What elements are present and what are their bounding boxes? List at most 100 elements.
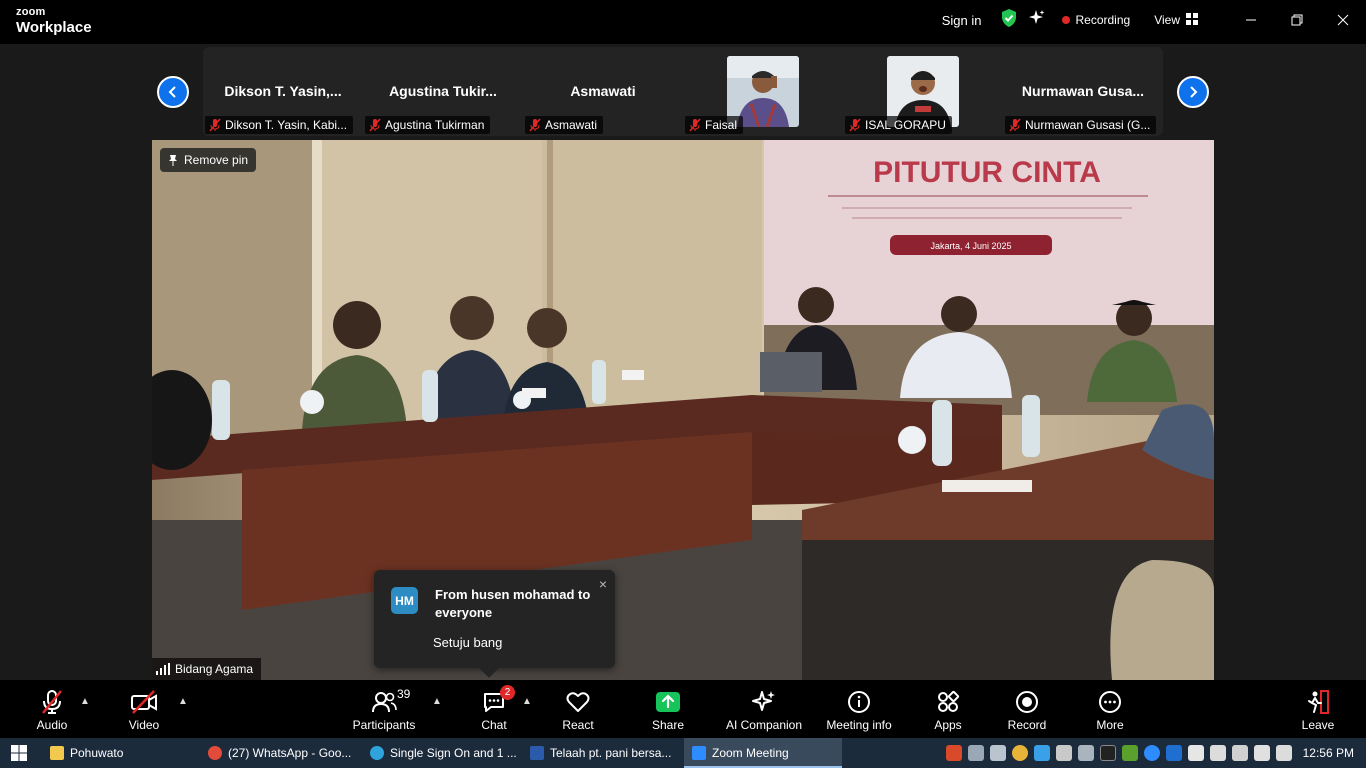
recording-indicator[interactable]: Recording <box>1061 13 1130 27</box>
participant-label: Dikson T. Yasin, Kabi... <box>205 116 354 134</box>
microphone-icon[interactable] <box>1253 745 1270 761</box>
zoom-workplace-logo: zoom Workplace <box>16 7 92 36</box>
chrome-tray-icon[interactable] <box>1011 745 1028 761</box>
participant-label: Asmawati <box>525 116 604 134</box>
tray-app-icon[interactable] <box>1077 745 1094 761</box>
react-button[interactable]: React <box>558 680 598 738</box>
title-bar: zoom Workplace Sign in Recording View <box>0 0 1366 44</box>
chat-notification-toast[interactable]: HM From husen mohamad to everyone Setuju… <box>374 570 615 678</box>
tray-app-icon[interactable] <box>1033 745 1050 761</box>
muted-microphone-icon <box>39 689 65 715</box>
video-options-caret-icon[interactable]: ▲ <box>178 696 188 707</box>
windows-start-button[interactable] <box>0 738 40 768</box>
taskbar-item-label: (27) WhatsApp - Goo... <box>228 746 352 760</box>
pin-icon <box>169 155 177 166</box>
tray-app-icon[interactable] <box>945 745 962 761</box>
participant-label-text: Nurmawan Gusasi (G... <box>1025 118 1151 132</box>
wifi-icon[interactable] <box>1231 745 1248 761</box>
participant-tile[interactable]: Agustina Tukir... Agustina Tukirman <box>363 47 523 136</box>
security-shield-icon[interactable] <box>1000 8 1018 33</box>
chat-button[interactable]: 2 Chat <box>474 680 515 738</box>
meeting-toolbar: Audio ▲ Video ▲ 39 Participants ▲ 2 Chat… <box>0 680 1366 738</box>
participant-tile[interactable]: Faisal <box>683 47 843 136</box>
participant-tile[interactable]: Asmawati Asmawati <box>523 47 683 136</box>
minimize-button[interactable] <box>1228 0 1274 40</box>
battery-icon[interactable] <box>1187 745 1204 761</box>
share-label: Share <box>651 718 685 732</box>
active-speaker-label: Bidang Agama <box>152 658 262 680</box>
taskbar-item-label: Telaah pt. pani bersa... <box>550 746 672 760</box>
taskbar-item-word-document[interactable]: Telaah pt. pani bersa... <box>522 738 680 768</box>
sign-in-link[interactable]: Sign in <box>942 13 982 28</box>
ai-companion-sparkle-icon <box>751 689 777 715</box>
minimize-icon <box>1246 19 1256 21</box>
ai-companion-button[interactable]: AI Companion <box>722 680 806 738</box>
title-bar-controls: Sign in Recording View <box>942 0 1366 40</box>
tray-app-icon[interactable] <box>989 745 1006 761</box>
record-button[interactable]: Record <box>1004 680 1050 738</box>
more-button[interactable]: More <box>1088 680 1132 738</box>
tray-app-icon[interactable] <box>1099 745 1116 761</box>
windows-taskbar: Pohuwato (27) WhatsApp - Goo... Single S… <box>0 738 1366 768</box>
react-label: React <box>562 718 594 732</box>
view-menu-button[interactable]: View <box>1154 12 1198 28</box>
ai-companion-label: AI Companion <box>725 718 803 732</box>
chat-options-caret-icon[interactable]: ▲ <box>522 696 532 707</box>
close-icon <box>1337 14 1349 26</box>
taskbar-item-zoom-meeting[interactable]: Zoom Meeting <box>684 738 842 768</box>
participant-filmstrip: Dikson T. Yasin,... Dikson T. Yasin, Kab… <box>203 47 1163 136</box>
taskbar-item-label: Zoom Meeting <box>712 746 789 760</box>
pinned-video[interactable]: PITUTUR CINTA Jakarta, 4 Juni 2025 Remov… <box>152 140 1214 680</box>
participant-tile[interactable]: Nurmawan Gusa... Nurmawan Gusasi (G... <box>1003 47 1163 136</box>
share-screen-icon <box>655 689 681 715</box>
restore-button[interactable] <box>1274 0 1320 40</box>
meeting-info-button[interactable]: Meeting info <box>822 680 896 738</box>
leave-label: Leave <box>1301 718 1335 732</box>
video-button[interactable]: Video <box>122 680 166 738</box>
bluetooth-icon[interactable] <box>1165 745 1182 761</box>
leave-door-icon <box>1305 689 1331 715</box>
ai-sparkle-icon[interactable] <box>1028 9 1046 32</box>
nvidia-icon[interactable] <box>1121 745 1138 761</box>
participants-icon: 39 <box>371 687 410 715</box>
audio-options-caret-icon[interactable]: ▲ <box>80 696 90 707</box>
muted-mic-icon <box>209 118 221 132</box>
close-toast-button[interactable]: × <box>599 576 607 592</box>
filmstrip-prev-button[interactable] <box>157 76 189 108</box>
audio-button[interactable]: Audio <box>30 680 74 738</box>
participant-label: Nurmawan Gusasi (G... <box>1005 116 1157 134</box>
grid-view-icon <box>1186 12 1198 28</box>
info-icon <box>847 689 871 715</box>
audio-label: Audio <box>36 718 68 732</box>
participant-label-text: Asmawati <box>545 118 598 132</box>
remove-pin-button[interactable]: Remove pin <box>160 148 257 172</box>
more-ellipsis-icon <box>1098 689 1122 715</box>
participants-button[interactable]: 39 Participants <box>348 680 420 738</box>
participants-options-caret-icon[interactable]: ▲ <box>432 696 442 707</box>
share-button[interactable]: Share <box>646 680 690 738</box>
participant-tile[interactable]: ISAL GORAPU <box>843 47 1003 136</box>
filmstrip-next-button[interactable] <box>1177 76 1209 108</box>
edge-icon <box>370 746 384 760</box>
taskbar-clock[interactable]: 12:56 PM <box>1303 746 1354 760</box>
taskbar-item-whatsapp[interactable]: (27) WhatsApp - Goo... <box>200 738 360 768</box>
participant-tile[interactable]: Dikson T. Yasin,... Dikson T. Yasin, Kab… <box>203 47 363 136</box>
folder-icon <box>50 746 64 760</box>
chevron-left-icon <box>168 86 176 98</box>
system-tray: 12:56 PM <box>943 738 1366 768</box>
apps-button[interactable]: Apps <box>926 680 970 738</box>
location-icon[interactable] <box>1275 745 1292 761</box>
participant-label: Faisal <box>685 116 744 134</box>
taskbar-item-single-sign-on[interactable]: Single Sign On and 1 ... <box>362 738 520 768</box>
banner-date: Jakarta, 4 Juni 2025 <box>930 241 1011 251</box>
volume-icon[interactable] <box>1209 745 1226 761</box>
zoom-tray-icon[interactable] <box>1143 745 1160 761</box>
leave-button[interactable]: Leave <box>1298 680 1338 738</box>
close-window-button[interactable] <box>1320 0 1366 40</box>
taskbar-item-pohuwato[interactable]: Pohuwato <box>42 738 200 768</box>
view-label: View <box>1154 13 1180 27</box>
tray-app-icon[interactable] <box>967 745 984 761</box>
tray-app-icon[interactable] <box>1055 745 1072 761</box>
apps-label: Apps <box>934 718 962 732</box>
muted-mic-icon <box>849 118 861 132</box>
